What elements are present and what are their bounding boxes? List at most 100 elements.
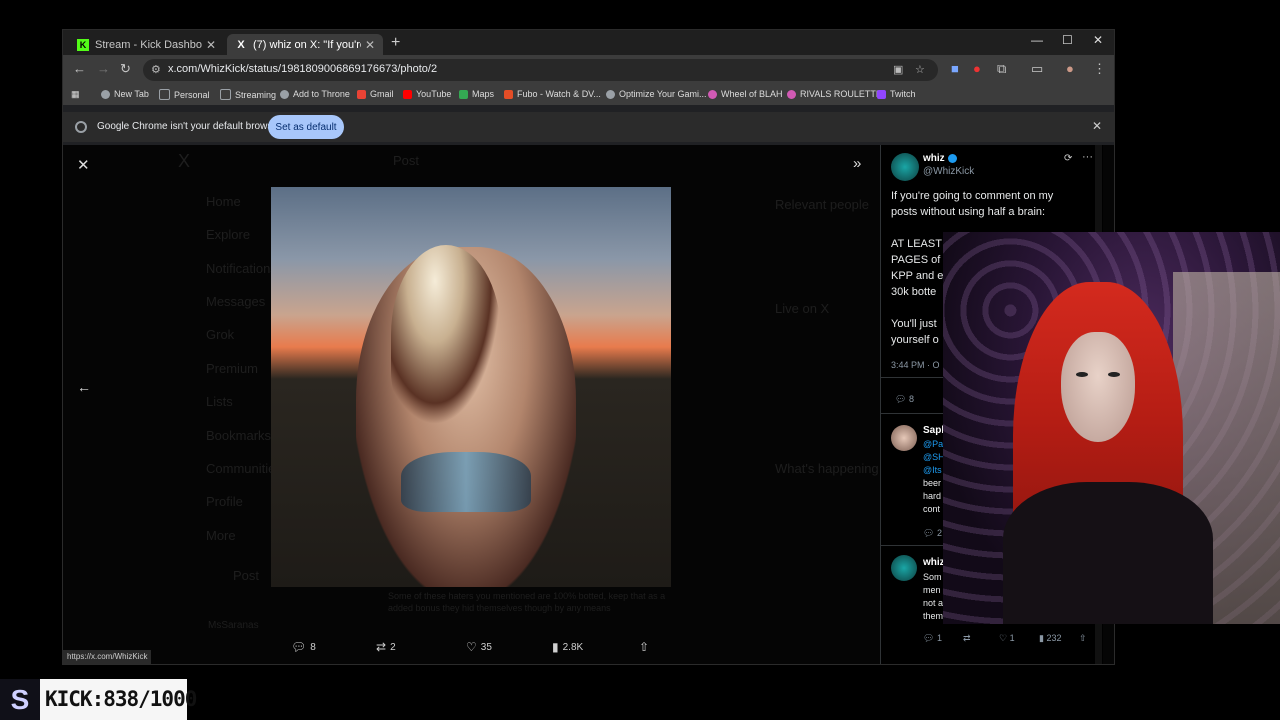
- reply-author[interactable]: Sapl: [923, 425, 944, 436]
- bookmark-optimize[interactable]: Optimize Your Gami...: [606, 89, 707, 99]
- tab-kick-dashboard[interactable]: K Stream - Kick Dashboard ✕: [69, 34, 224, 55]
- x-logo-icon: X: [237, 38, 245, 51]
- avatar[interactable]: [891, 425, 917, 451]
- verified-badge-icon: [947, 153, 957, 163]
- post-timestamp[interactable]: 3:44 PM · O: [891, 360, 940, 370]
- photo-hair: [391, 245, 501, 425]
- extension-icon[interactable]: ■: [951, 61, 959, 76]
- reply-count[interactable]: 💬︎ 8: [895, 394, 914, 405]
- install-app-icon[interactable]: ▣: [893, 63, 903, 76]
- maximize-button[interactable]: ☐: [1062, 33, 1073, 47]
- grok-icon[interactable]: ⟳: [1064, 153, 1072, 164]
- close-icon[interactable]: ✕: [77, 156, 90, 174]
- reload-icon[interactable]: ↻: [120, 61, 131, 77]
- reply-text: hard: [923, 491, 942, 501]
- bookmark-twitch[interactable]: Twitch: [877, 89, 916, 99]
- bookmark-maps[interactable]: Maps: [459, 89, 494, 99]
- nav-profile: Profile: [206, 494, 243, 509]
- url-text[interactable]: x.com/WhizKick/status/198180900686917667…: [168, 63, 437, 75]
- kick-icon: K: [77, 38, 89, 51]
- reply-text: Som: [923, 572, 942, 582]
- avatar[interactable]: [891, 153, 919, 181]
- views-count[interactable]: ▮ 232: [1039, 633, 1061, 644]
- bookmark-gmail[interactable]: Gmail: [357, 89, 394, 99]
- close-tab-icon[interactable]: ✕: [206, 38, 216, 52]
- bookmark-personal[interactable]: Personal: [159, 89, 210, 100]
- extensions-puzzle-icon[interactable]: ⧉: [997, 61, 1006, 77]
- streamer-eye: [1076, 372, 1088, 377]
- live-on-x-bg: Live on X: [775, 301, 830, 316]
- nav-premium: Premium: [206, 361, 259, 376]
- mention-link[interactable]: @SH: [923, 451, 945, 464]
- comment-icon: 💬︎: [291, 640, 307, 654]
- bookmark-wheel-of-blah[interactable]: Wheel of BLAH: [708, 89, 783, 99]
- navigation-toolbar: ← → ↻ ⚙ x.com/WhizKick/status/1981809006…: [63, 55, 1114, 85]
- apps-grid-icon[interactable]: ▦: [71, 89, 80, 100]
- tweet-line: yourself o: [891, 334, 939, 346]
- caption-bg-2: added bonus they hid themselves though b…: [388, 603, 611, 613]
- bookmark-star-icon[interactable]: ☆: [915, 63, 925, 76]
- repost-action[interactable]: ⇄ 2: [376, 640, 396, 654]
- like-count[interactable]: ♡ 1: [999, 633, 1015, 644]
- whats-happening-bg: What's happening: [775, 461, 879, 476]
- minimize-button[interactable]: —: [1031, 33, 1043, 47]
- close-tab-icon[interactable]: ✕: [365, 38, 375, 52]
- reply-author[interactable]: whiz: [923, 557, 945, 568]
- more-options-icon[interactable]: ···: [1082, 151, 1093, 163]
- streamer-body: [1003, 482, 1213, 624]
- globe-icon: [101, 89, 110, 99]
- reply-text: them: [923, 611, 944, 621]
- tab-x-post[interactable]: X (7) whiz on X: "If you're going t ✕: [227, 34, 383, 55]
- tab-title: (7) whiz on X: "If you're going t: [253, 38, 361, 51]
- bookmark-streaming[interactable]: Streaming: [220, 89, 276, 100]
- youtube-icon: [403, 89, 412, 99]
- like-action[interactable]: ♡ 35: [466, 640, 492, 654]
- new-tab-button[interactable]: +: [391, 34, 400, 52]
- mention-link[interactable]: @Its: [923, 464, 942, 477]
- extension-red-icon[interactable]: ●: [973, 61, 981, 76]
- avatar[interactable]: [891, 555, 917, 581]
- bookmark-fubo[interactable]: Fubo - Watch & DV...: [504, 89, 601, 99]
- views-action[interactable]: ▮ 2.8K: [552, 640, 583, 654]
- x-logo-icon: X: [178, 151, 191, 171]
- previous-photo-icon[interactable]: ←: [77, 379, 91, 395]
- close-window-button[interactable]: ✕: [1093, 33, 1103, 47]
- share-action[interactable]: ⇧: [639, 640, 653, 654]
- twitch-icon: [877, 89, 886, 99]
- nav-bookmarks: Bookmarks: [206, 428, 272, 443]
- bookmark-new-tab[interactable]: New Tab: [101, 89, 149, 99]
- webcam-overlay: [943, 232, 1280, 624]
- back-icon[interactable]: ←: [73, 61, 86, 76]
- site-info-icon[interactable]: ⚙: [151, 63, 161, 76]
- forward-icon[interactable]: →: [97, 61, 110, 76]
- bookmark-add-to-throne[interactable]: Add to Throne: [280, 89, 350, 99]
- share-icon[interactable]: ⇧: [1079, 633, 1087, 644]
- set-as-default-button[interactable]: Set as default: [268, 115, 344, 139]
- author-handle[interactable]: @WhizKick: [923, 166, 974, 177]
- globe-icon: [280, 89, 289, 99]
- repost-icon[interactable]: ⇄: [963, 633, 971, 644]
- tweet-line: 30k botte: [891, 286, 937, 298]
- reply-action[interactable]: 💬︎ 8: [291, 640, 316, 654]
- close-infobar-icon[interactable]: ✕: [1092, 119, 1102, 133]
- reply-count[interactable]: 💬︎ 2: [923, 528, 942, 539]
- tab-bar: K Stream - Kick Dashboard ✕ X (7) whiz o…: [63, 30, 1114, 55]
- tweet-line: If you're going to comment on my: [891, 190, 1054, 202]
- collapse-panel-icon[interactable]: »: [853, 155, 861, 172]
- infobar-message: Google Chrome isn't your default browser: [97, 121, 282, 132]
- post-photo[interactable]: [271, 187, 671, 587]
- bookmarks-bar: ▦ New Tab Personal Streaming Add to Thro…: [63, 85, 1114, 105]
- menu-kebab-icon[interactable]: ⋮: [1093, 61, 1106, 77]
- bookmark-youtube[interactable]: YouTube: [403, 89, 451, 99]
- tweet-line: AT LEAST: [891, 238, 942, 250]
- side-panel-icon[interactable]: ▭: [1031, 61, 1043, 77]
- reply-count[interactable]: 💬︎ 1: [923, 633, 942, 644]
- address-bar[interactable]: ⚙ x.com/WhizKick/status/1981809006869176…: [143, 59, 938, 81]
- tweet-line: PAGES of: [891, 254, 941, 266]
- tweet-line: KPP and e: [891, 270, 944, 282]
- profile-avatar-icon[interactable]: ●: [1066, 61, 1074, 76]
- gmail-icon: [357, 89, 366, 99]
- author-name[interactable]: whiz: [923, 153, 957, 164]
- mention-link[interactable]: @Pa: [923, 438, 943, 451]
- bookmark-rivals-roulette[interactable]: RIVALS ROULETTE: [787, 89, 882, 99]
